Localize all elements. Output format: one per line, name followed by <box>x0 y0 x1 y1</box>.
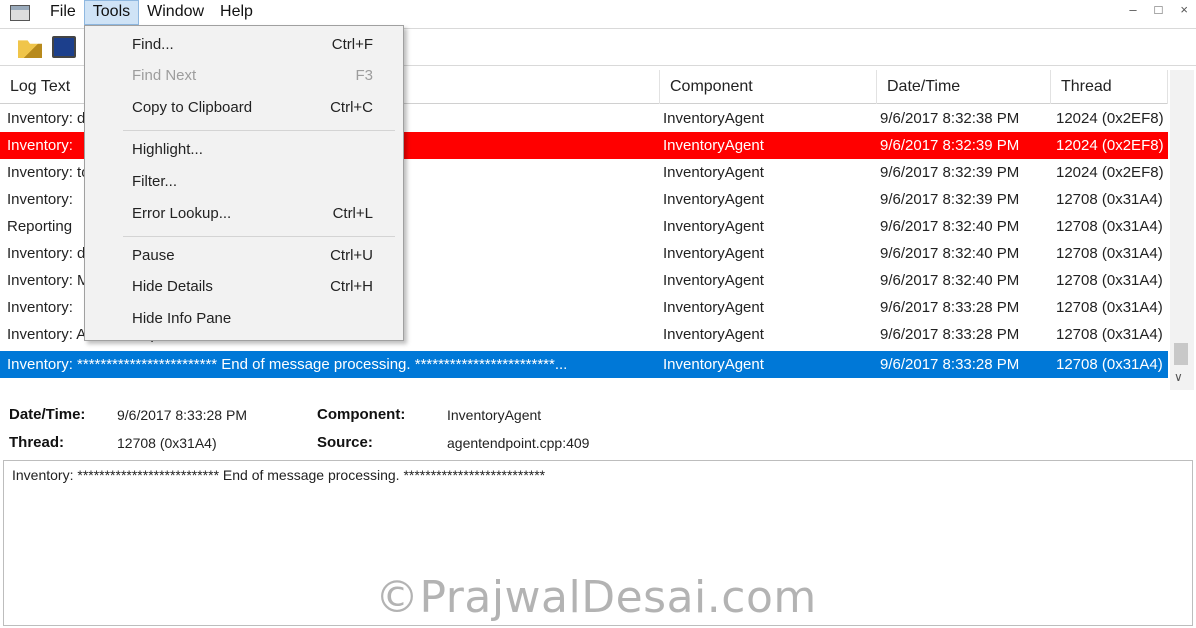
computer-icon[interactable] <box>52 36 76 58</box>
column-thread[interactable]: Thread <box>1051 70 1168 104</box>
menu-bar: File Tools Window Help – □ × <box>0 0 1196 25</box>
watermark: ©PrajwalDesai.com <box>375 572 817 623</box>
menu-item-label: Filter... <box>132 173 178 190</box>
thread-cell: 12024 (0x2EF8) <box>1056 137 1164 154</box>
component-cell: InventoryAgent <box>663 299 764 316</box>
component-cell: InventoryAgent <box>663 110 764 127</box>
menu-item-hide-info-pane[interactable]: Hide Info Pane <box>85 304 403 334</box>
table-row-selected[interactable]: Inventory: ************************ End … <box>0 351 1168 378</box>
datetime-cell: 9/6/2017 8:33:28 PM <box>880 326 1020 343</box>
thread-label: Thread: <box>9 434 65 451</box>
component-cell: InventoryAgent <box>663 245 764 262</box>
menu-item-shortcut: Ctrl+C <box>330 99 373 116</box>
component-cell: InventoryAgent <box>663 137 764 154</box>
column-component[interactable]: Component <box>660 70 877 104</box>
datetime-cell: 9/6/2017 8:32:39 PM <box>880 137 1020 154</box>
datetime-label: Date/Time: <box>9 406 86 423</box>
minimize-icon[interactable]: – <box>1129 2 1136 17</box>
thread-cell: 12708 (0x31A4) <box>1056 191 1163 208</box>
menu-item-shortcut: Ctrl+H <box>330 278 373 295</box>
menu-separator <box>123 236 395 237</box>
menu-item-pause[interactable]: Pause Ctrl+U <box>85 241 403 271</box>
menu-item-shortcut: F3 <box>355 67 373 84</box>
app-icon <box>10 4 30 21</box>
restore-icon[interactable]: □ <box>1155 2 1163 17</box>
menu-item-shortcut: Ctrl+U <box>330 247 373 264</box>
thread-cell: 12708 (0x31A4) <box>1056 356 1163 373</box>
column-datetime[interactable]: Date/Time <box>877 70 1051 104</box>
menu-separator <box>123 130 395 131</box>
thread-cell: 12708 (0x31A4) <box>1056 326 1163 343</box>
thread-cell: 12024 (0x2EF8) <box>1056 110 1164 127</box>
thread-cell: 12024 (0x2EF8) <box>1056 164 1164 181</box>
datetime-cell: 9/6/2017 8:33:28 PM <box>880 356 1020 373</box>
scroll-thumb[interactable] <box>1174 343 1188 365</box>
datetime-cell: 9/6/2017 8:32:40 PM <box>880 272 1020 289</box>
component-cell: InventoryAgent <box>663 326 764 343</box>
datetime-cell: 9/6/2017 8:32:38 PM <box>880 110 1020 127</box>
datetime-cell: 9/6/2017 8:33:28 PM <box>880 299 1020 316</box>
scroll-down-icon[interactable]: ∨ <box>1174 370 1183 384</box>
menu-tools[interactable]: Tools <box>83 0 140 25</box>
menu-item-label: Hide Info Pane <box>132 310 232 327</box>
menu-item-label: Error Lookup... <box>132 205 232 222</box>
thread-cell: 12708 (0x31A4) <box>1056 218 1163 235</box>
menu-item-find[interactable]: Find... Ctrl+F <box>85 30 403 60</box>
menu-file[interactable]: File <box>42 0 84 25</box>
menu-item-label: Find... <box>132 36 174 53</box>
menu-item-find-next: Find Next F3 <box>85 61 403 91</box>
menu-item-shortcut: Ctrl+L <box>332 205 373 222</box>
component-cell: InventoryAgent <box>663 218 764 235</box>
menu-item-highlight[interactable]: Highlight... <box>85 135 403 165</box>
datetime-cell: 9/6/2017 8:32:40 PM <box>880 245 1020 262</box>
window-controls: – □ × <box>1129 2 1188 17</box>
open-folder-icon[interactable] <box>18 40 42 58</box>
component-cell: InventoryAgent <box>663 356 764 373</box>
menu-item-shortcut: Ctrl+F <box>331 36 373 53</box>
datetime-cell: 9/6/2017 8:32:39 PM <box>880 164 1020 181</box>
tools-menu: Find... Ctrl+F Find Next F3 Copy to Clip… <box>84 25 404 341</box>
source-value: agentendpoint.cpp:409 <box>447 435 590 451</box>
menu-item-label: Find Next <box>132 67 197 84</box>
menu-window[interactable]: Window <box>139 0 212 25</box>
log-text-cell: Inventory: ************************ End … <box>7 356 568 373</box>
details-pane: Date/Time: 9/6/2017 8:33:28 PM Thread: 1… <box>0 398 1196 458</box>
thread-cell: 12708 (0x31A4) <box>1056 272 1163 289</box>
component-value: InventoryAgent <box>447 407 542 423</box>
datetime-value: 9/6/2017 8:33:28 PM <box>117 407 247 423</box>
datetime-cell: 9/6/2017 8:32:40 PM <box>880 218 1020 235</box>
menu-item-label: Highlight... <box>132 141 203 158</box>
menu-item-filter[interactable]: Filter... <box>85 167 403 197</box>
menu-help[interactable]: Help <box>212 0 261 25</box>
vertical-scrollbar[interactable]: ∨ <box>1170 70 1194 390</box>
component-cell: InventoryAgent <box>663 272 764 289</box>
thread-value: 12708 (0x31A4) <box>117 435 217 451</box>
thread-cell: 12708 (0x31A4) <box>1056 245 1163 262</box>
menu-item-label: Pause <box>132 247 175 264</box>
menu-item-label: Copy to Clipboard <box>132 99 253 116</box>
menu-item-copy-to-clipboard[interactable]: Copy to Clipboard Ctrl+C <box>85 93 403 123</box>
menu-item-hide-details[interactable]: Hide Details Ctrl+H <box>85 272 403 302</box>
close-icon[interactable]: × <box>1180 2 1188 17</box>
component-label: Component: <box>317 406 406 423</box>
thread-cell: 12708 (0x31A4) <box>1056 299 1163 316</box>
component-cell: InventoryAgent <box>663 191 764 208</box>
menu-item-label: Hide Details <box>132 278 213 295</box>
datetime-cell: 9/6/2017 8:32:39 PM <box>880 191 1020 208</box>
component-cell: InventoryAgent <box>663 164 764 181</box>
source-label: Source: <box>317 434 373 451</box>
menu-item-error-lookup[interactable]: Error Lookup... Ctrl+L <box>85 199 403 229</box>
